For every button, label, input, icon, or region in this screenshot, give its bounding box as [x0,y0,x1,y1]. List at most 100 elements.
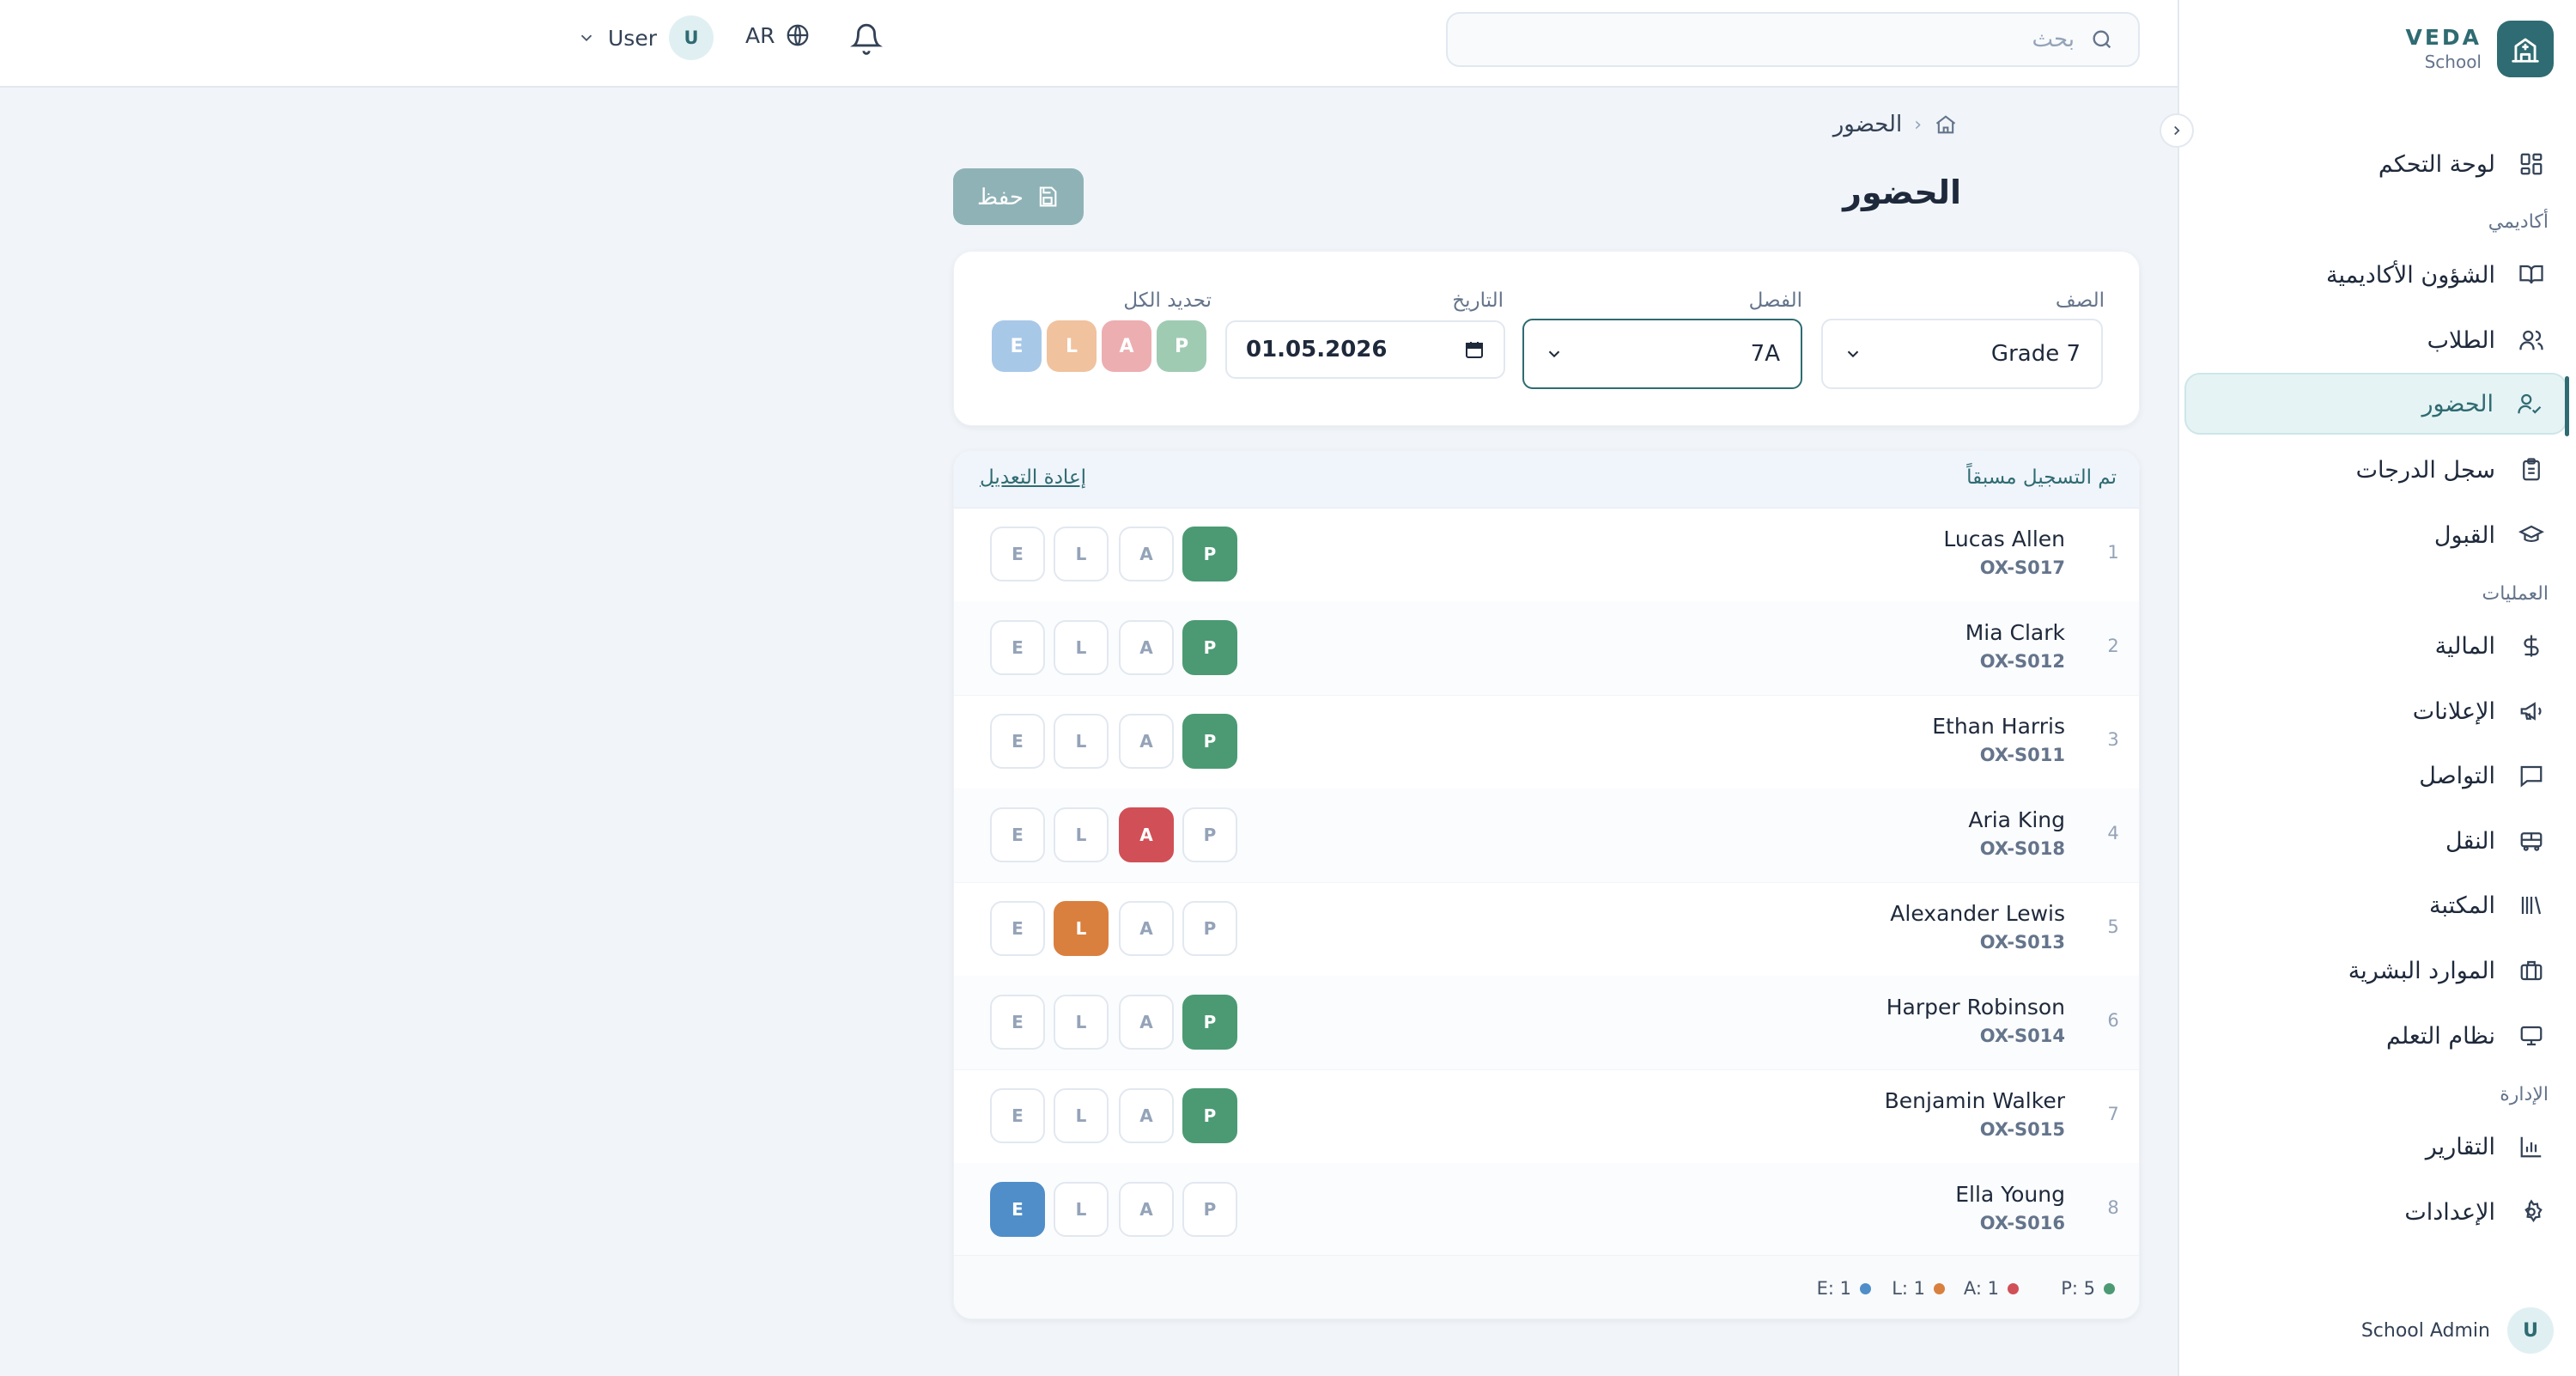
table-row: 3 Ethan Harris OX-S011 P A L E [954,695,2139,789]
mark-late-button[interactable]: L [1054,1182,1109,1237]
late-dot-icon [1934,1282,1945,1294]
sidebar-item-label: الطلاب [2427,326,2495,354]
mark-present-button[interactable]: P [1182,995,1237,1050]
sidebar-user[interactable]: U School Admin [2361,1307,2554,1354]
section-select[interactable]: 7A [1522,319,1802,389]
mark-present-button[interactable]: P [1182,901,1237,956]
mark-present-button[interactable]: P [1182,527,1237,581]
save-button[interactable]: حفظ [953,168,1084,225]
clipboard-icon [2514,453,2549,487]
summary-absent: A: 1 [1964,1278,2019,1299]
mark-absent-button[interactable]: A [1119,527,1174,581]
mark-absent-button[interactable]: A [1119,807,1174,862]
home-icon[interactable] [1934,113,1958,137]
sidebar-item-transport[interactable]: النقل [2178,810,2554,872]
bulk-absent-button[interactable]: A [1102,320,1151,372]
sidebar-item-admissions[interactable]: القبول [2178,504,2554,566]
mark-absent-button[interactable]: A [1119,995,1174,1050]
mark-excused-button[interactable]: E [990,1088,1045,1143]
top-header: AR User U [0,0,2178,88]
sidebar-item-reports[interactable]: التقارير [2178,1116,2554,1178]
table-footer: P: 5 A: 1 L: 1 E: 1 [954,1255,2139,1318]
mark-absent-button[interactable]: A [1119,1182,1174,1237]
row-index: 2 [2107,636,2119,656]
row-index: 6 [2107,1010,2119,1031]
sidebar-item-finance[interactable]: المالية [2178,615,2554,677]
sidebar-item-library[interactable]: المكتبة [2178,874,2554,936]
search-input[interactable] [1489,26,2076,53]
sidebar-item-communication[interactable]: التواصل [2178,745,2554,807]
sidebar-item-gradebook[interactable]: سجل الدرجات [2178,439,2554,501]
mark-late-button[interactable]: L [1054,527,1109,581]
mark-late-button[interactable]: L [1054,620,1109,675]
school-logo-icon [2497,21,2554,77]
mark-present-button[interactable]: P [1182,1182,1237,1237]
mark-excused-button[interactable]: E [990,901,1045,956]
student-name: Mia Clark [1965,620,2065,645]
mark-late-button[interactable]: L [1054,1088,1109,1143]
student-id: OX-S017 [1979,557,2065,578]
mark-excused-button[interactable]: E [990,620,1045,675]
language-label: AR [745,22,775,48]
date-input[interactable]: 01.05.2026 [1225,320,1505,379]
sidebar-item-label: المكتبة [2428,892,2495,919]
sidebar-item-dashboard[interactable]: لوحة التحكم [2178,133,2554,195]
sidebar-item-attendance[interactable]: الحضور [2184,373,2567,435]
mark-present-button[interactable]: P [1182,620,1237,675]
mark-excused-button[interactable]: E [990,714,1045,769]
mark-present-button[interactable]: P [1182,1088,1237,1143]
date-label: التاريخ [1452,289,1504,312]
sidebar-item-academics[interactable]: الشؤون الأكاديمية [2178,244,2554,306]
grade-select[interactable]: Grade 7 [1821,319,2103,389]
sidebar-collapse-button[interactable] [2160,113,2194,148]
mark-late-button[interactable]: L [1054,901,1109,956]
mark-excused-button[interactable]: E [990,527,1045,581]
monitor-icon [2514,1019,2549,1053]
brand[interactable]: VEDA School [2405,21,2554,77]
bulk-present-button[interactable]: P [1157,320,1206,372]
sidebar-item-students[interactable]: الطلاب [2178,309,2554,371]
mark-late-button[interactable]: L [1054,995,1109,1050]
absent-dot-icon [2008,1282,2019,1294]
mark-late-button[interactable]: L [1054,714,1109,769]
bulk-late-button[interactable]: L [1047,320,1097,372]
mark-excused-button[interactable]: E [990,1182,1045,1237]
mark-absent-button[interactable]: A [1119,714,1174,769]
mark-present-button[interactable]: P [1182,807,1237,862]
table-row: 1 Lucas Allen OX-S017 P A L E [954,508,2139,602]
summary-late: L: 1 [1892,1278,1945,1299]
summary-excused: E: 1 [1817,1278,1871,1299]
mark-absent-button[interactable]: A [1119,901,1174,956]
breadcrumb: ‹ الحضور [1833,112,1958,137]
sidebar-item-settings[interactable]: الإعدادات [2178,1181,2554,1243]
student-name: Ella Young [1955,1182,2065,1207]
bell-icon[interactable] [850,22,883,55]
sidebar-item-lms[interactable]: نظام التعلم [2178,1005,2554,1067]
section-label: الفصل [1748,289,1802,312]
header-user-name: User [608,25,657,51]
bus-icon [2514,824,2549,858]
mark-excused-button[interactable]: E [990,995,1045,1050]
mark-late-button[interactable]: L [1054,807,1109,862]
reset-edit-link[interactable]: إعادة التعديل [980,466,1086,489]
mark-absent-button[interactable]: A [1119,620,1174,675]
chevron-down-icon [1844,344,1862,363]
student-id: OX-S011 [1979,745,2065,765]
sidebar-item-announcements[interactable]: الإعلانات [2178,680,2554,742]
bulk-excused-button[interactable]: E [992,320,1042,372]
mark-present-button[interactable]: P [1182,714,1237,769]
save-icon [1036,185,1060,209]
sidebar-item-label: الشؤون الأكاديمية [2326,261,2495,289]
calendar-icon[interactable] [1464,339,1485,360]
table-header: تم التسجيل مسبقاً إعادة التعديل [954,451,2139,508]
user-menu[interactable]: User U [577,15,714,60]
sidebar-item-hr[interactable]: الموارد البشرية [2178,940,2554,1002]
sidebar-item-label: النقل [2445,827,2495,855]
breadcrumb-separator-icon: ‹ [1914,113,1922,136]
mark-absent-button[interactable]: A [1119,1088,1174,1143]
summary-present: P: 5 [2061,1278,2115,1299]
search-bar[interactable] [1446,12,2140,67]
grade-value: Grade 7 [1990,341,2081,367]
mark-excused-button[interactable]: E [990,807,1045,862]
language-switcher[interactable]: AR [745,22,811,48]
